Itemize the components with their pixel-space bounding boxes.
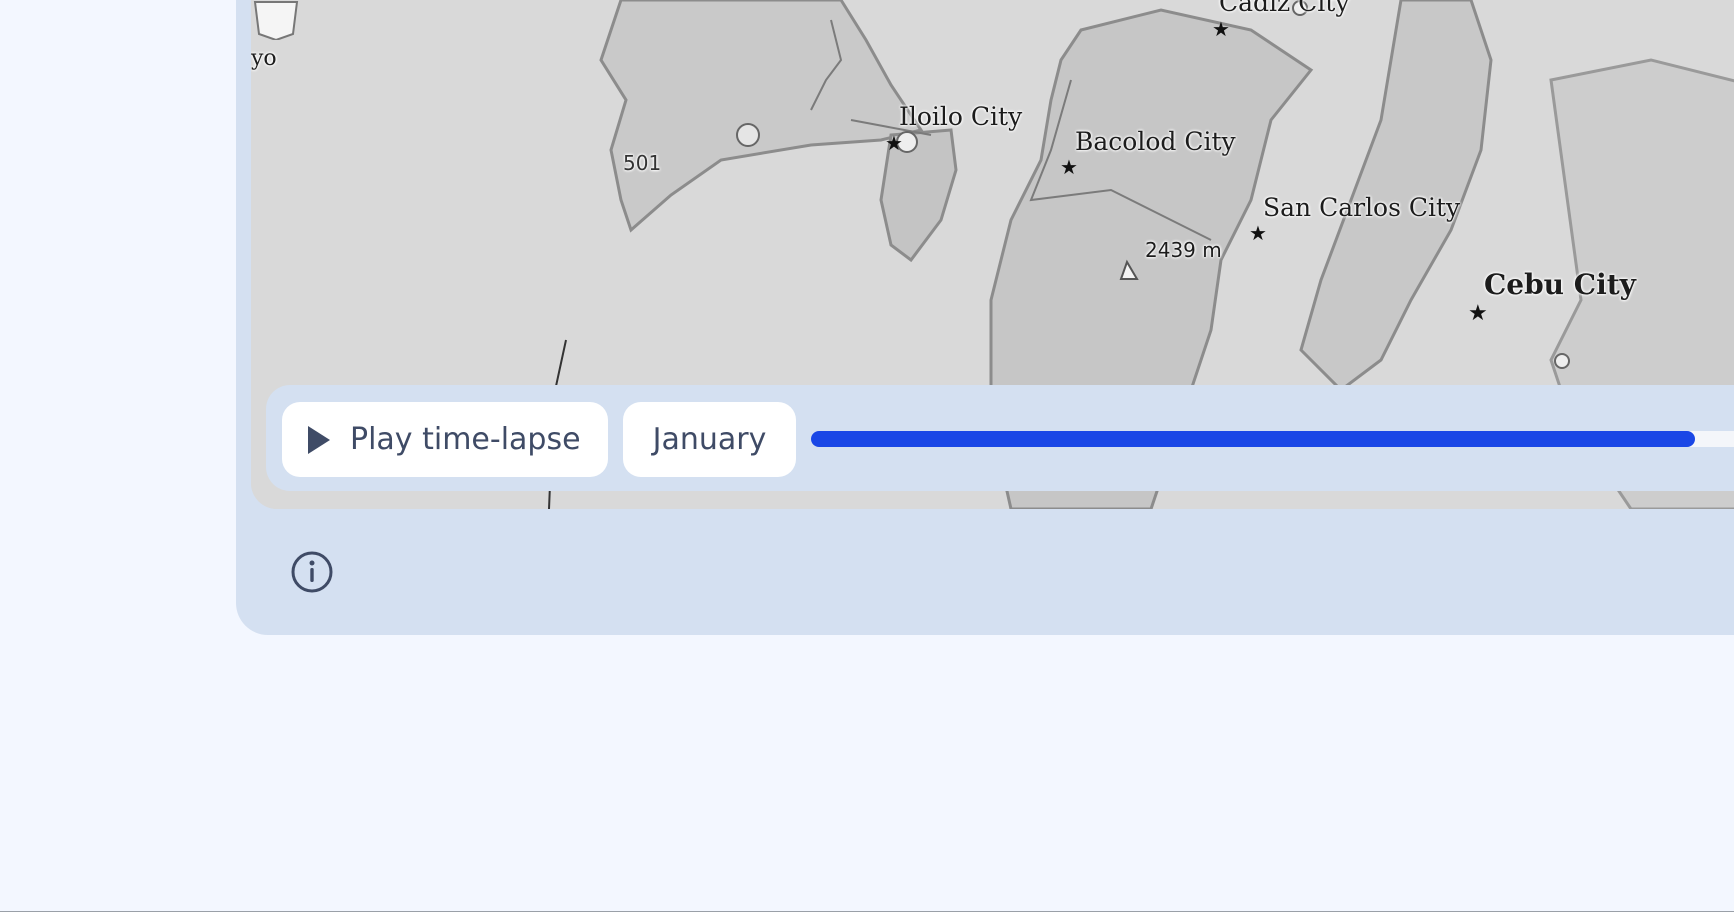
svg-text:★: ★ bbox=[1060, 155, 1078, 179]
map-label-elevation: 2439 m bbox=[1145, 238, 1222, 262]
play-icon bbox=[308, 425, 330, 454]
timeline-progress-fill bbox=[811, 431, 1695, 447]
month-selector-button[interactable]: January bbox=[623, 402, 796, 477]
map-label-san-carlos: San Carlos City bbox=[1263, 193, 1461, 222]
info-icon[interactable] bbox=[290, 550, 334, 594]
play-timelapse-button[interactable]: Play time-lapse bbox=[282, 402, 608, 477]
play-timelapse-label: Play time-lapse bbox=[350, 422, 581, 457]
map-label-iloilo: Iloilo City bbox=[899, 102, 1023, 131]
route-shield-label: 501 bbox=[623, 151, 662, 175]
route-shield-icon bbox=[253, 1, 299, 40]
svg-text:★: ★ bbox=[1249, 221, 1267, 245]
map-label-cebu: Cebu City bbox=[1484, 268, 1636, 301]
svg-text:★: ★ bbox=[1468, 301, 1488, 326]
map-label-yo: yo bbox=[251, 46, 277, 71]
svg-text:★: ★ bbox=[885, 131, 903, 155]
map-label-cadiz: Cadiz City bbox=[1219, 0, 1350, 17]
timeline-slider[interactable] bbox=[811, 431, 1734, 447]
svg-text:★: ★ bbox=[1212, 17, 1230, 41]
map-label-bacolod: Bacolod City bbox=[1075, 127, 1236, 156]
month-label: January bbox=[652, 422, 767, 457]
